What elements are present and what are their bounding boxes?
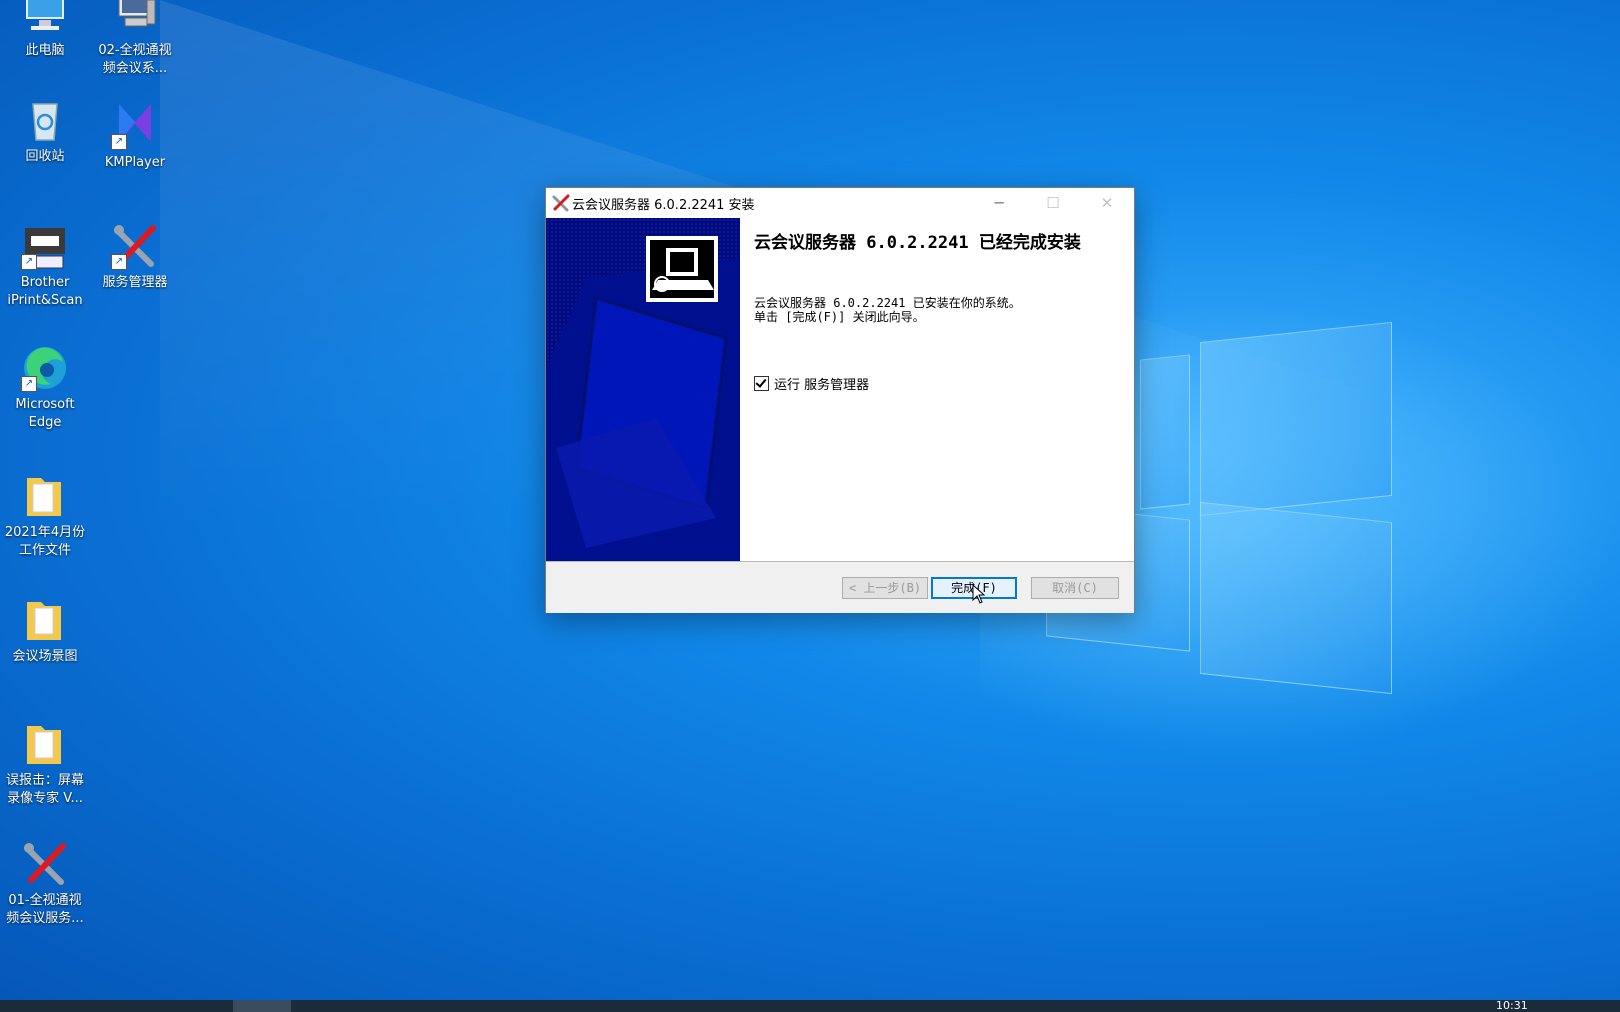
computer-setup-icon xyxy=(111,0,159,38)
dialog-title: 云会议服务器 6.0.2.2241 安装 xyxy=(572,198,755,213)
shortcut-arrow-icon: ↗ xyxy=(21,254,37,270)
printer-icon: ↗ xyxy=(21,222,69,270)
installer-dialog[interactable]: 云会议服务器 6.0.2.2241 安装 ─ ☐ ✕ 云会议服务器 6.0.2.… xyxy=(545,187,1135,613)
desktop-icon-microsoft-edge[interactable]: ↗ Microsoft Edge xyxy=(0,344,90,432)
desktop-icon-meeting-scene-images[interactable]: 会议场景图 xyxy=(0,596,90,666)
back-button[interactable]: < 上一步(B) xyxy=(842,577,928,599)
desktop-icon-video-system[interactable]: 02-全视通视 频会议系... xyxy=(90,0,180,78)
folder-icon xyxy=(21,472,69,520)
wrench-screwdriver-icon: ↗ xyxy=(111,222,159,270)
desktop-icon-this-pc[interactable]: 此电脑 xyxy=(0,0,90,60)
shortcut-arrow-icon: ↗ xyxy=(111,254,127,270)
mouse-cursor-icon xyxy=(972,584,986,604)
close-button[interactable]: ✕ xyxy=(1082,188,1132,218)
taskbar-active-app[interactable] xyxy=(233,1000,291,1012)
completion-message: 云会议服务器 6.0.2.2241 已安装在你的系统。 单击 [完成(F)] 关… xyxy=(754,296,1021,324)
wizard-side-banner xyxy=(546,218,740,561)
desktop-icon-kmplayer[interactable]: ↗ KMPlayer xyxy=(90,102,180,172)
completion-heading: 云会议服务器 6.0.2.2241 已经完成安装 xyxy=(754,233,1081,253)
dialog-footer: < 上一步(B) 完成(F) 取消(C) xyxy=(546,561,1134,613)
checkbox-label[interactable]: 运行 服务管理器 xyxy=(774,374,869,393)
desktop-icon-label: 回收站 xyxy=(25,149,65,164)
desktop-icon-service-manager[interactable]: ↗ 服务管理器 xyxy=(90,222,180,292)
desktop-icon-label: 此电脑 xyxy=(25,43,65,58)
desktop-icon-recycle-bin[interactable]: 回收站 xyxy=(0,96,90,166)
desktop-icon-label: KMPlayer xyxy=(104,155,166,170)
edge-browser-icon: ↗ xyxy=(21,344,69,392)
dialog-titlebar[interactable]: 云会议服务器 6.0.2.2241 安装 ─ ☐ ✕ xyxy=(546,188,1134,218)
desktop-icon-brother-iprint[interactable]: ↗ Brother iPrint&Scan xyxy=(0,222,90,310)
windows-logo-pane-br xyxy=(1200,501,1392,695)
message-line-1: 云会议服务器 6.0.2.2241 已安装在你的系统。 xyxy=(754,296,1021,310)
recycle-bin-icon xyxy=(21,96,69,144)
wrench-screwdriver-icon xyxy=(21,840,69,888)
checkmark-icon xyxy=(755,376,767,388)
folder-icon xyxy=(21,720,69,768)
computer-icon xyxy=(21,0,69,38)
banner-artwork xyxy=(546,236,740,561)
windows-logo-pane-tl xyxy=(1140,354,1190,510)
desktop-icon-label: 02-全视通视 频会议系... xyxy=(98,43,172,76)
windows-logo-pane-tr xyxy=(1200,321,1392,517)
taskbar: 10:31 xyxy=(0,1000,1620,1012)
taskbar-clock[interactable]: 10:31 xyxy=(1496,1000,1528,1012)
desktop-icon-label: 会议场景图 xyxy=(12,649,78,664)
desktop-icon-video-meeting-service[interactable]: 01-全视通视 频会议服务... xyxy=(0,840,90,928)
run-service-manager-checkbox[interactable] xyxy=(754,376,769,391)
message-line-2: 单击 [完成(F)] 关闭此向导。 xyxy=(754,310,925,324)
desktop-icon-label: Brother iPrint&Scan xyxy=(7,275,83,308)
maximize-button[interactable]: ☐ xyxy=(1028,188,1078,218)
kmplayer-icon: ↗ xyxy=(111,102,159,150)
desktop-icon-label: 服务管理器 xyxy=(102,275,168,290)
minimize-button[interactable]: ─ xyxy=(974,188,1024,218)
shortcut-arrow-icon: ↗ xyxy=(111,134,127,150)
desktop-icon-label: Microsoft Edge xyxy=(15,397,75,430)
desktop-icon-label: 2021年4月份 工作文件 xyxy=(4,525,86,558)
folder-icon xyxy=(21,596,69,644)
installer-app-icon xyxy=(552,194,570,212)
desktop-icon-label: 01-全视通视 频会议服务... xyxy=(6,893,84,926)
shortcut-arrow-icon: ↗ xyxy=(21,376,37,392)
desktop-icon-april-work-files[interactable]: 2021年4月份 工作文件 xyxy=(0,472,90,560)
run-service-manager-option[interactable]: 运行 服务管理器 xyxy=(754,374,869,393)
desktop-icon-screen-recorder[interactable]: 误报击：屏幕 录像专家 V... xyxy=(0,720,90,808)
wizard-content: 云会议服务器 6.0.2.2241 已经完成安装 云会议服务器 6.0.2.22… xyxy=(740,218,1134,561)
desktop-icon-label: 误报击：屏幕 录像专家 V... xyxy=(5,773,84,806)
cancel-button[interactable]: 取消(C) xyxy=(1031,577,1119,599)
